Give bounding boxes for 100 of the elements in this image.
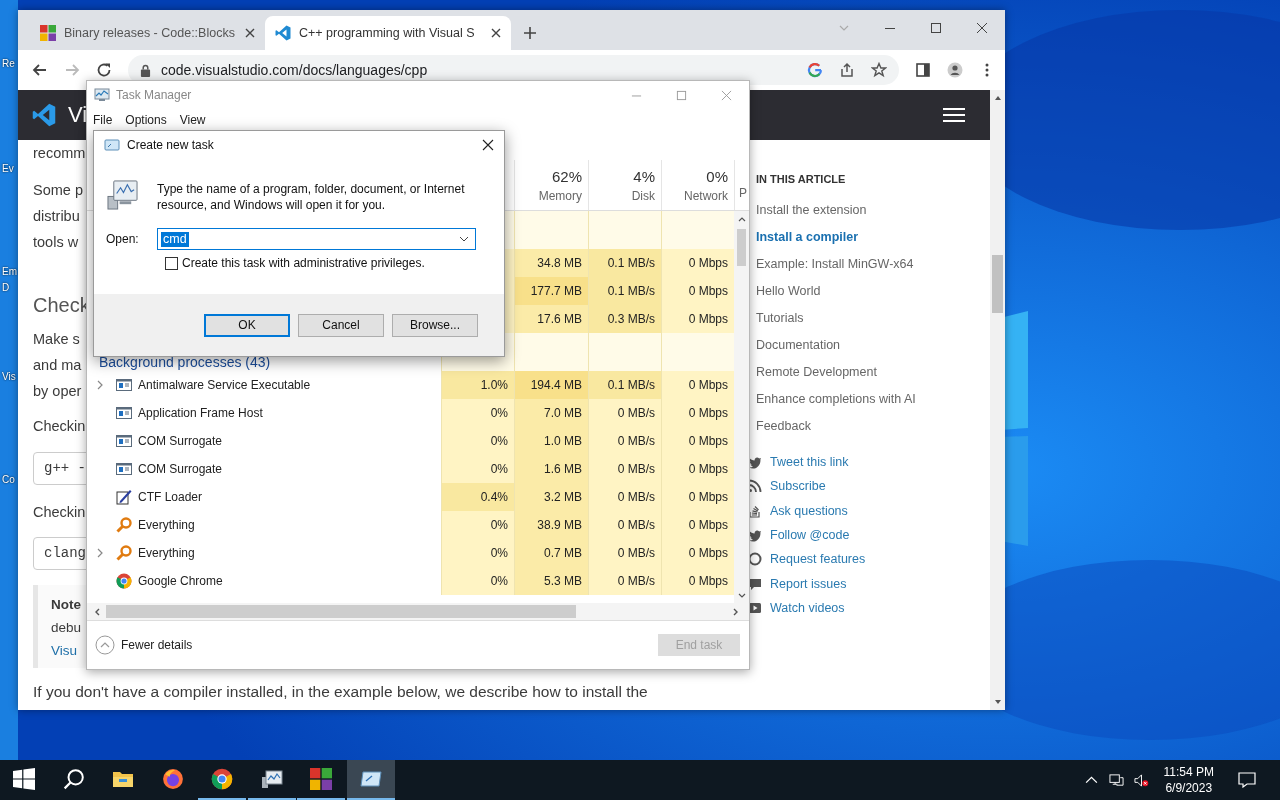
toc-link[interactable]: Enhance completions with AI (756, 386, 916, 413)
side-panel-icon[interactable] (915, 62, 931, 78)
process-name[interactable]: CTF Loader (138, 490, 203, 504)
social-link[interactable]: Watch videos (770, 600, 845, 615)
table-cell: 194.4 MB (514, 371, 588, 399)
toc-link[interactable]: Feedback (756, 413, 811, 440)
desktop-icon-label[interactable]: Vis (2, 371, 16, 382)
table-cell: 1.0 MB (514, 427, 588, 455)
toc-link[interactable]: Remote Development (756, 359, 877, 386)
group-header[interactable]: Background processes (43) (96, 354, 271, 370)
back-icon[interactable] (32, 62, 48, 78)
toc-link[interactable]: Documentation (756, 332, 841, 359)
scrollbar-thumb[interactable] (737, 229, 746, 266)
browser-tab[interactable]: C++ programming with Visual S (265, 16, 511, 50)
collapse-icon[interactable] (95, 635, 115, 655)
toc-link[interactable]: Example: Install MinGW-x64 (756, 251, 914, 278)
paragraph-text: Checkin (33, 503, 86, 522)
site-title[interactable]: Vi (68, 102, 88, 128)
scrollbar[interactable] (990, 90, 1005, 710)
checkbox-label[interactable]: Create this task with administrative privileges. (182, 256, 425, 270)
close-icon[interactable] (976, 22, 988, 34)
monitor-chart-icon (94, 87, 110, 103)
note-link[interactable]: Visu (51, 639, 78, 662)
table-cell: 0 Mbps (661, 371, 734, 399)
table-cell: 0.4% (441, 483, 514, 511)
dialog-button[interactable]: Browse... (392, 313, 478, 337)
expand-icon[interactable] (96, 548, 104, 558)
new-tab-icon[interactable] (523, 26, 537, 40)
social-link[interactable]: Report issues (770, 576, 847, 591)
social-link[interactable]: Follow @code (770, 528, 850, 543)
scrollbar-thumb[interactable] (106, 605, 576, 618)
paragraph-text: If you don't have a compiler installed, in the example below, we describe how to install the (33, 682, 648, 702)
column-header[interactable]: Network (684, 188, 728, 203)
share-icon[interactable] (839, 62, 855, 78)
browser-tab[interactable]: Binary releases - Code::Blocks (30, 16, 265, 50)
table-cell: 0 Mbps (661, 277, 734, 305)
process-name[interactable]: COM Surrogate (138, 462, 223, 476)
dialog-button[interactable]: OK (204, 313, 290, 337)
open-field[interactable]: cmd (157, 228, 476, 250)
fewer-details-link[interactable]: Fewer details (121, 638, 193, 652)
toc-link[interactable]: Hello World (756, 278, 821, 305)
column-header[interactable]: Disk (631, 188, 655, 203)
process-name[interactable]: Application Frame Host (138, 406, 263, 420)
menu-item[interactable]: File (93, 113, 113, 127)
paragraph-text: Checkin (33, 417, 86, 436)
google-icon[interactable] (807, 62, 823, 78)
menu-item[interactable]: View (179, 113, 206, 127)
table-cell: 0 Mbps (661, 511, 734, 539)
notifications-icon[interactable] (1238, 772, 1256, 788)
pen-icon (116, 489, 132, 505)
reload-icon[interactable] (96, 62, 112, 78)
desktop-icon-label[interactable]: Em (2, 266, 17, 277)
taskbar-app[interactable] (346, 760, 395, 800)
social-link[interactable]: Request features (770, 552, 866, 567)
expand-icon[interactable] (96, 380, 104, 390)
desktop-icon-label[interactable]: Co (2, 474, 15, 485)
menu-item[interactable]: Options (125, 113, 167, 127)
toc-link[interactable]: Install the extension (756, 197, 867, 224)
caret-icon[interactable] (459, 236, 469, 242)
close-icon[interactable] (482, 139, 494, 151)
process-name[interactable]: COM Surrogate (138, 434, 223, 448)
process-name[interactable]: Antimalware Service Executable (138, 378, 311, 392)
column-usage: 4% (633, 167, 655, 185)
column-header[interactable]: Memory (538, 188, 582, 203)
close-icon[interactable] (245, 28, 255, 38)
desktop-icon-label[interactable]: D (2, 282, 10, 293)
start-icon[interactable] (13, 768, 35, 790)
column-header[interactable]: P (739, 186, 747, 200)
dialog-button[interactable]: Cancel (298, 313, 384, 337)
maximize-icon[interactable] (930, 22, 942, 34)
scrollbar[interactable] (734, 211, 749, 603)
table-cell: 0% (441, 399, 514, 427)
social-link[interactable]: Tweet this link (770, 455, 849, 470)
column-usage: 62% (551, 167, 582, 185)
toc-link[interactable]: Tutorials (756, 305, 804, 332)
close-icon[interactable] (491, 28, 501, 38)
volume-muted-icon[interactable] (1133, 772, 1149, 788)
process-name[interactable]: Everything (138, 518, 195, 532)
checkbox[interactable] (165, 256, 178, 270)
window-icon (116, 377, 132, 393)
desktop-icon-label[interactable]: Re (2, 58, 15, 69)
social-link[interactable]: Subscribe (770, 479, 826, 494)
scrollbar-thumb[interactable] (992, 255, 1003, 313)
star-icon[interactable] (871, 62, 887, 78)
clock-date[interactable]: 6/9/2023 (1165, 780, 1213, 796)
network-icon[interactable] (1108, 772, 1124, 788)
social-link[interactable]: Ask questions (770, 503, 848, 518)
column-usage: 0% (706, 167, 728, 185)
search-icon[interactable] (62, 768, 85, 790)
table-cell: 3.2 MB (514, 483, 588, 511)
desktop-icon-label[interactable]: Ev (2, 163, 14, 174)
process-name[interactable]: Everything (138, 546, 195, 560)
process-name[interactable]: Google Chrome (138, 574, 223, 588)
clock-time[interactable]: 11:54 PM (1163, 764, 1214, 780)
menu-icon[interactable] (943, 107, 965, 123)
horizontal-scrollbar[interactable] (87, 603, 749, 620)
table-cell: 0.1 MB/s (588, 249, 661, 277)
vscode-logo-icon[interactable] (32, 103, 56, 127)
toc-link[interactable]: Install a compiler (756, 224, 859, 251)
profile-icon[interactable] (947, 62, 963, 78)
